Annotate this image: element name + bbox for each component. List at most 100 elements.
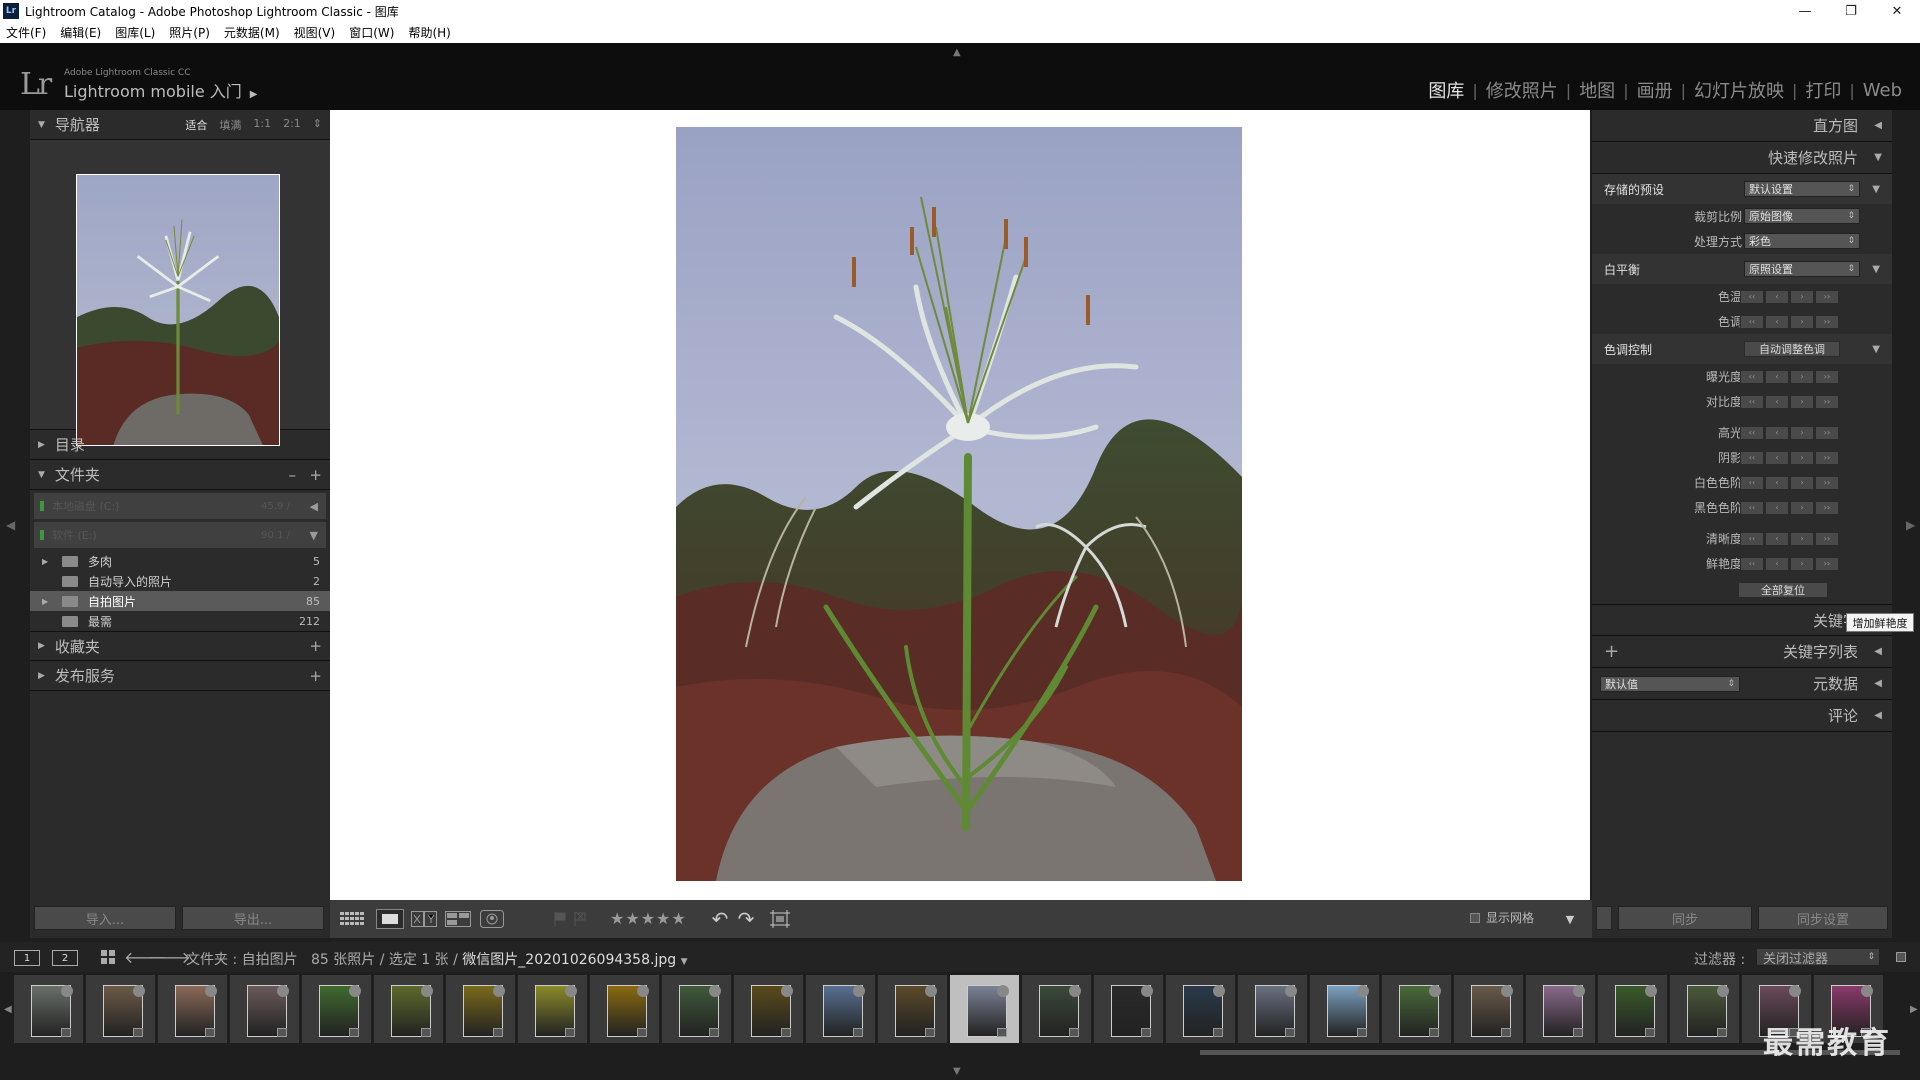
filmstrip-cell[interactable] [1598,975,1668,1043]
filmstrip-source[interactable]: 文件夹 : 自拍图片 85 张照片 / 选定 1 张 / 微信图片_202010… [186,949,688,969]
filmstrip-cell[interactable] [1022,975,1092,1043]
remove-folder-icon[interactable]: – [289,466,297,484]
rotate-right-icon[interactable]: ↷ [732,907,760,931]
export-button[interactable]: 导出... [182,906,324,930]
filmstrip-cell[interactable] [1310,975,1380,1043]
toolbar-options-icon[interactable]: ▼ [1556,909,1584,929]
section-triangle-icon[interactable]: ▼ [1872,184,1880,195]
filmstrip-right-icon[interactable]: ▶ [1910,1004,1918,1015]
increase-button[interactable]: › [1790,475,1814,490]
badge-icon[interactable] [493,985,505,997]
badge-icon[interactable] [61,985,73,997]
collapse-left-panel-icon[interactable]: ◀ [6,518,15,532]
large-increase-button[interactable]: ›› [1815,425,1839,440]
folder-item[interactable]: ▶ 多肉 5 [30,551,330,571]
decrease-button[interactable]: ‹ [1765,394,1789,409]
show-grid-toggle[interactable]: 显示网格 [1470,909,1534,926]
filmstrip-cell[interactable] [590,975,660,1043]
sync-toggle-switch[interactable] [1596,906,1612,930]
quick-develop-header[interactable]: 快速修改照片 ▼ [1592,142,1892,174]
badge-icon[interactable] [1501,985,1513,997]
folder-expand-icon[interactable]: ▶ [42,597,56,606]
volume-triangle-icon[interactable]: ▼ [310,529,318,542]
collapse-bottom-panel-icon[interactable]: ▼ [953,1066,961,1077]
badge-icon[interactable] [205,985,217,997]
large-decrease-button[interactable]: ‹‹ [1740,500,1764,515]
add-collection-icon[interactable]: + [309,637,322,655]
metadata-header[interactable]: 默认值 元数据 ◀ [1592,668,1892,700]
collapse-right-panel-icon[interactable]: ▶ [1906,518,1915,532]
large-decrease-button[interactable]: ‹‹ [1740,531,1764,546]
forward-arrow-icon[interactable]: 🡒 [148,947,191,967]
white-balance-dropdown[interactable]: 原照设置 [1744,261,1860,277]
badge-icon[interactable] [1213,985,1225,997]
metadata-preset-dropdown[interactable]: 默认值 [1600,676,1740,692]
volume-c[interactable]: 本地磁盘 (C:) 45.9 / ◀ [34,493,326,519]
badge-icon[interactable] [1141,985,1153,997]
sync-settings-button[interactable]: 同步设置 [1758,906,1888,930]
badge-icon[interactable] [1357,985,1369,997]
badge-icon[interactable] [1717,985,1729,997]
badge-icon[interactable] [1285,985,1297,997]
badge-icon[interactable] [421,985,433,997]
filmstrip-cell[interactable] [806,975,876,1043]
increase-button[interactable]: › [1790,289,1814,304]
filmstrip-cell[interactable] [1526,975,1596,1043]
increase-button[interactable]: › [1790,500,1814,515]
section-triangle-icon[interactable]: ▼ [1872,264,1880,275]
flag-reject-icon[interactable] [566,909,594,929]
filmstrip-cell[interactable] [518,975,588,1043]
expand-triangle-icon[interactable]: ◀ [1874,646,1882,657]
reset-all-button[interactable]: 全部复位 [1738,582,1828,598]
filmstrip-cell[interactable] [734,975,804,1043]
module-library[interactable]: 图库 [1420,77,1472,103]
collapse-triangle-icon[interactable]: ▼ [1874,152,1882,163]
filmstrip-cell[interactable] [158,975,228,1043]
rotate-left-icon[interactable]: ↶ [706,907,734,931]
show-grid-checkbox[interactable] [1470,912,1480,923]
increase-button[interactable]: › [1790,394,1814,409]
badge-icon[interactable] [709,985,721,997]
lightroom-mobile-link[interactable]: Lightroom mobile 入门 ▶ [64,78,257,102]
large-decrease-button[interactable]: ‹‹ [1740,394,1764,409]
expand-triangle-icon[interactable]: ▶ [38,440,45,450]
zoom-more-icon[interactable]: ⇕ [313,117,322,133]
badge-icon[interactable] [925,985,937,997]
section-triangle-icon[interactable]: ▼ [1872,344,1880,355]
increase-button[interactable]: › [1790,314,1814,329]
add-keyword-icon[interactable]: + [1604,641,1619,662]
volume-triangle-icon[interactable]: ◀ [310,500,318,513]
filter-lock-icon[interactable] [1896,952,1906,962]
filmstrip-cell[interactable] [374,975,444,1043]
filmstrip-cell[interactable] [14,975,84,1043]
source-dropdown-icon[interactable]: ▼ [681,957,688,967]
badge-icon[interactable] [1645,985,1657,997]
collapse-top-panel-icon[interactable]: ▲ [953,47,961,58]
large-increase-button[interactable]: ›› [1815,394,1839,409]
filmstrip-cell[interactable] [302,975,372,1043]
large-decrease-button[interactable]: ‹‹ [1740,556,1764,571]
expand-triangle-icon[interactable]: ◀ [1874,120,1882,131]
large-decrease-button[interactable]: ‹‹ [1740,475,1764,490]
decrease-button[interactable]: ‹ [1765,531,1789,546]
crop-ratio-dropdown[interactable]: 原始图像 [1744,208,1860,224]
large-increase-button[interactable]: ›› [1815,475,1839,490]
large-increase-button[interactable]: ›› [1815,531,1839,546]
folder-item[interactable]: 最需 212 [30,611,330,631]
large-increase-button[interactable]: ›› [1815,556,1839,571]
folder-item[interactable]: 自动导入的照片 2 [30,571,330,591]
increase-button[interactable]: › [1790,556,1814,571]
large-decrease-button[interactable]: ‹‹ [1740,314,1764,329]
badge-icon[interactable] [853,985,865,997]
large-increase-button[interactable]: ›› [1815,289,1839,304]
filmstrip-cell[interactable] [86,975,156,1043]
large-increase-button[interactable]: ›› [1815,450,1839,465]
expand-triangle-icon[interactable]: ◀ [1874,678,1882,689]
filmstrip-cell[interactable] [446,975,516,1043]
folder-item-selected[interactable]: ▶ 自拍图片 85 [30,591,330,611]
main-window-button[interactable]: 1 [14,950,40,966]
menu-help[interactable]: 帮助(H) [408,24,450,41]
filter-dropdown[interactable]: 关闭过滤器 [1756,948,1880,967]
second-window-button[interactable]: 2 [52,950,78,966]
loupe-view[interactable] [330,110,1590,900]
